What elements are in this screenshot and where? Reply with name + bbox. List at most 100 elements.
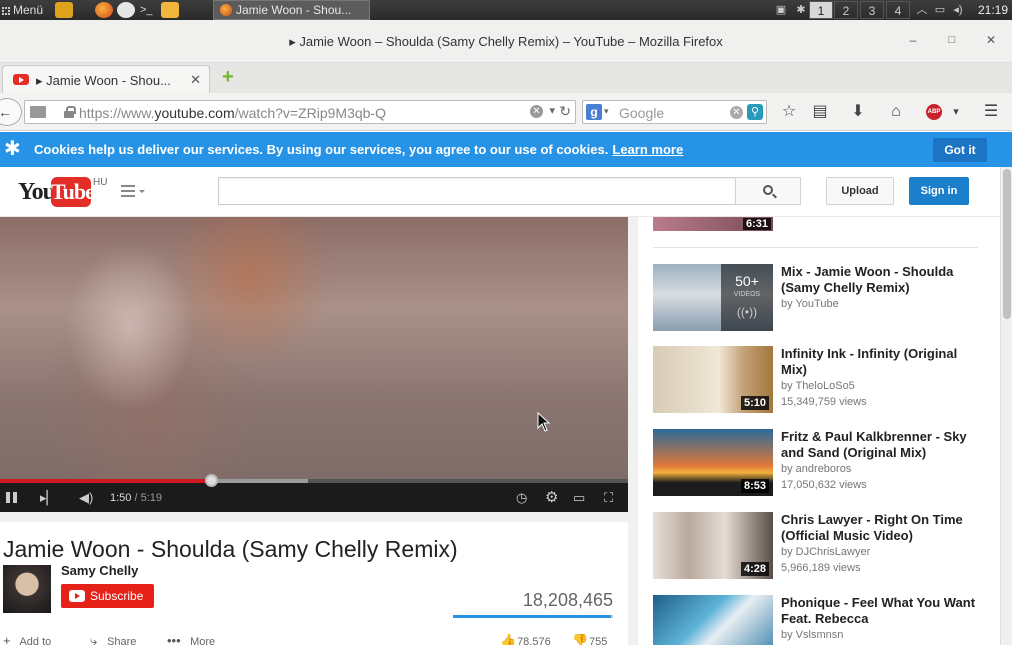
url-bar[interactable]: https://www.youtube.com/watch?v=ZRip9M3q…	[24, 100, 576, 124]
got-it-button[interactable]: Got it	[933, 138, 987, 162]
workspace-2[interactable]: 2	[834, 1, 858, 19]
workspace-4[interactable]: 4	[886, 1, 910, 19]
bookmarks-list-icon[interactable]: ▤	[810, 102, 830, 122]
video-frame[interactable]	[0, 217, 628, 479]
scrubber-handle[interactable]	[204, 474, 218, 487]
volume-button[interactable]: ◀)	[79, 490, 93, 506]
divider	[653, 247, 978, 248]
item-title[interactable]: Fritz & Paul Kalkbrenner - Sky and Sand …	[781, 429, 981, 461]
list-item[interactable]: 8:53 Fritz & Paul Kalkbrenner - Sky and …	[653, 429, 983, 497]
like-ratio-fill	[453, 615, 612, 618]
thumbnail[interactable]: 6:31	[653, 217, 773, 231]
workspace-3[interactable]: 3	[860, 1, 884, 19]
watch-later-icon[interactable]: ◷	[516, 490, 527, 506]
guide-menu-icon[interactable]	[121, 185, 145, 197]
item-title[interactable]: Phonique - Feel What You Want Feat. Rebe…	[781, 595, 981, 627]
thumbnail[interactable]: 5:10	[653, 346, 773, 413]
scrollbar-thumb[interactable]	[1003, 169, 1011, 319]
search-icon	[763, 185, 773, 195]
arrow-left-icon: ←	[0, 104, 12, 120]
mail-launcher-icon[interactable]	[117, 2, 135, 18]
close-window-button[interactable]: ✕	[984, 33, 998, 47]
chevron-up-icon[interactable]: ︿	[916, 4, 928, 16]
item-views: 17,050,632 views	[781, 479, 867, 491]
firefox-icon	[220, 4, 232, 16]
channel-avatar[interactable]	[3, 565, 51, 613]
item-title[interactable]: Mix - Jamie Woon - Shoulda (Samy Chelly …	[781, 264, 981, 296]
share-button[interactable]: ⤷ Share	[90, 633, 136, 645]
sign-in-button[interactable]: Sign in	[909, 177, 969, 205]
page-scrollbar[interactable]	[1000, 167, 1012, 645]
learn-more-link[interactable]: Learn more	[612, 142, 683, 157]
thumbnail[interactable]	[653, 595, 773, 645]
folder-launcher-icon[interactable]	[161, 2, 179, 18]
close-tab-icon[interactable]: ✕	[190, 72, 201, 88]
next-icon[interactable]: ▸▏	[40, 490, 57, 506]
taskbar-firefox-task[interactable]: Jamie Woon - Shou...	[213, 0, 370, 20]
adblock-icon[interactable]: ABP	[926, 104, 942, 120]
clear-search-icon[interactable]: ✕	[730, 106, 743, 119]
new-tab-button[interactable]: +	[222, 67, 234, 87]
like-button[interactable]: 👍 78,576	[500, 633, 551, 645]
thumbnail[interactable]: 8:53	[653, 429, 773, 496]
view-count: 18,208,465	[522, 590, 613, 610]
settings-tray-icon[interactable]: ✱	[795, 4, 807, 16]
youtube-search-button[interactable]	[735, 177, 801, 205]
hamburger-menu-icon[interactable]: ☰	[981, 102, 1001, 122]
dislike-button[interactable]: 👎 755	[572, 633, 607, 645]
video-player[interactable]: ▸▏ ◀) 1:50 / 5:19 ◷ ⚙ ▭ ⛶	[0, 217, 628, 512]
presentation-launcher-icon[interactable]	[55, 2, 73, 18]
duration-badge: 6:31	[742, 218, 771, 230]
adblock-dropdown-icon[interactable]: ▾	[946, 102, 966, 122]
upload-button[interactable]: Upload	[826, 177, 894, 205]
reload-icon[interactable]: ↻	[559, 103, 571, 120]
minimize-button[interactable]: –	[906, 33, 920, 47]
item-views: 15,349,759 views	[781, 396, 867, 408]
bookmark-star-icon[interactable]: ☆	[779, 102, 799, 122]
progress-bar[interactable]	[0, 474, 628, 487]
chevron-down-icon[interactable]: ▾	[549, 104, 555, 117]
search-bar[interactable]: g ▾ Google ✕ ⚲	[582, 100, 767, 124]
search-go-icon[interactable]: ⚲	[747, 104, 763, 120]
youtube-favicon-icon	[13, 74, 29, 85]
back-button[interactable]: ←	[0, 98, 22, 126]
list-item[interactable]: 5:10 Infinity Ink - Infinity (Original M…	[653, 346, 983, 414]
firefox-launcher-icon[interactable]	[95, 2, 113, 18]
item-title[interactable]: Infinity Ink - Infinity (Original Mix)	[781, 346, 981, 378]
tab-youtube[interactable]: ▸ Jamie Woon - Shou... ✕	[2, 65, 210, 93]
gear-icon[interactable]: ⚙	[545, 490, 558, 506]
workspace-1[interactable]: 1	[809, 1, 833, 19]
thumbs-up-icon: 👍	[500, 633, 517, 645]
thumbnail[interactable]: 50+ VIDEOS ((•))	[653, 264, 773, 331]
youtube-search-input[interactable]	[218, 177, 736, 205]
site-identity-icon[interactable]	[30, 106, 46, 118]
network-icon[interactable]: ▭	[934, 4, 946, 16]
list-item[interactable]: 50+ VIDEOS ((•)) Mix - Jamie Woon - Shou…	[653, 264, 983, 332]
duration-badge: 4:28	[740, 562, 769, 576]
home-icon[interactable]: ⌂	[886, 102, 906, 122]
google-engine-icon[interactable]: g	[586, 104, 602, 120]
pause-button[interactable]	[6, 490, 18, 506]
download-icon[interactable]: ⬇	[848, 102, 868, 122]
menu-button[interactable]: Menü	[0, 0, 43, 20]
list-item[interactable]: Phonique - Feel What You Want Feat. Rebe…	[653, 595, 983, 645]
display-tray-icon[interactable]: ▣	[775, 4, 787, 16]
add-to-button[interactable]: + Add to	[3, 633, 51, 645]
volume-icon[interactable]: ◂)	[952, 4, 964, 16]
thumbnail[interactable]: 4:28	[653, 512, 773, 579]
theater-mode-icon[interactable]: ▭	[573, 490, 585, 506]
subscribe-button[interactable]: Subscribe	[61, 584, 154, 608]
list-item[interactable]: 4:28 Chris Lawyer - Right On Time (Offic…	[653, 512, 983, 580]
engine-dropdown-icon[interactable]: ▾	[604, 106, 609, 117]
ellipsis-icon: •••	[167, 633, 181, 645]
channel-name[interactable]: Samy Chelly	[61, 563, 138, 578]
item-title[interactable]: Chris Lawyer - Right On Time (Official M…	[781, 512, 981, 544]
terminal-launcher-icon[interactable]: >_	[140, 2, 158, 18]
fullscreen-icon[interactable]: ⛶	[604, 490, 613, 506]
clear-url-icon[interactable]: ✕	[530, 105, 543, 118]
maximize-button[interactable]: □	[945, 33, 959, 47]
url-text[interactable]: https://www.youtube.com/watch?v=ZRip9M3q…	[79, 105, 386, 121]
item-views: 5,966,189 views	[781, 562, 861, 574]
more-button[interactable]: ••• More	[167, 633, 215, 645]
duration-badge: 5:10	[740, 396, 769, 410]
